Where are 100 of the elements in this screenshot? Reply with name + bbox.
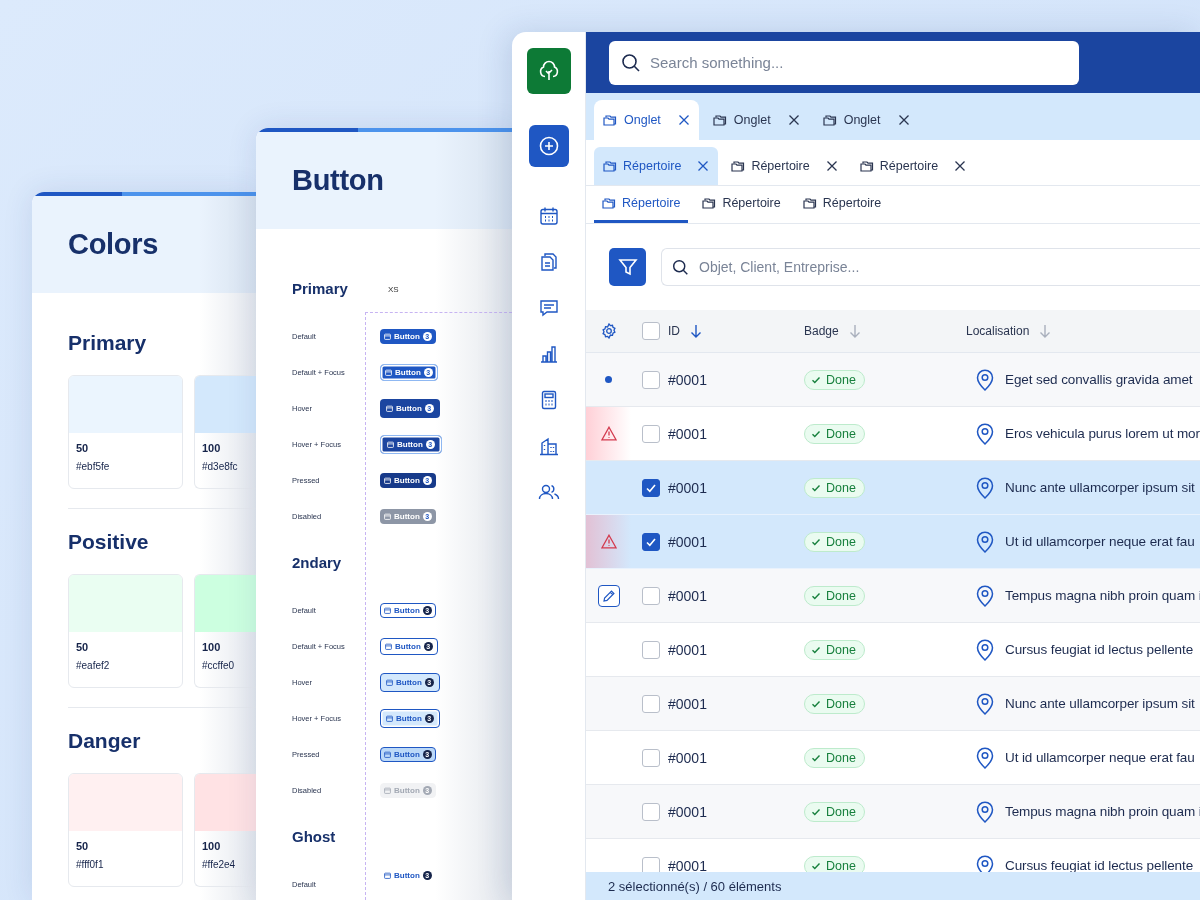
tab[interactable]: Onglet [594,100,699,140]
status-badge: Done [804,585,865,606]
close-icon[interactable] [677,114,690,126]
checkbox[interactable] [642,640,660,659]
selection-count: 2 sélectionné(s) / 60 éléments [608,878,782,894]
tab-label[interactable]: Répertoire [623,159,682,173]
checkbox[interactable] [642,370,660,389]
table-row[interactable]: #0001 Done Ut id ullamcorper neque erat fau [586,515,1200,569]
tab[interactable]: Répertoire [594,186,689,223]
checkbox[interactable] [642,532,660,551]
folder-icon [822,114,837,126]
checkbox[interactable] [642,748,660,767]
tab[interactable]: Répertoire [722,147,847,185]
check-icon [811,860,821,871]
close-icon[interactable] [954,160,967,172]
warning-icon [600,534,617,549]
id-cell: #0001 [668,533,707,550]
settings-icon[interactable] [600,323,617,339]
bar-chart-icon[interactable] [538,344,559,364]
group-title: Danger [68,728,141,754]
table-row[interactable]: #0001 Done Nunc ante ullamcorper ipsum sit [586,677,1200,731]
status-badge: Done [804,855,865,872]
check-icon [811,374,821,385]
location-pin-icon [976,368,994,391]
calendar-icon [386,678,393,686]
table-row[interactable]: #0001 Done Ut id ullamcorper neque erat fau [586,731,1200,785]
calendar-icon [384,871,391,879]
tab-label[interactable]: Répertoire [722,196,781,210]
sort-arrow-icon[interactable] [690,324,702,338]
tab-label[interactable]: Répertoire [751,159,810,173]
checkbox[interactable] [642,478,660,497]
tab[interactable]: Répertoire [594,147,719,185]
table-row[interactable]: #0001 Done Tempus magna nibh proin quam i [586,569,1200,623]
tab-label[interactable]: Onglet [624,113,661,127]
building-icon[interactable] [538,436,559,456]
panel-title: Colors [68,228,159,261]
column-header[interactable]: Localisation [966,324,1030,338]
documents-icon[interactable] [538,252,559,272]
users-icon[interactable] [537,482,560,502]
column-header[interactable]: Badge [804,324,839,338]
hex-code: #eafef2 [76,660,110,671]
id-cell: #0001 [668,587,707,604]
tab-label[interactable]: Répertoire [622,196,681,210]
hex-code: #fff0f1 [76,859,104,870]
tab[interactable]: Répertoire [794,186,890,223]
id-cell: #0001 [668,425,707,442]
tab-label[interactable]: Répertoire [879,159,939,173]
status-badge: Done [804,693,865,714]
location-pin-icon [976,800,994,823]
tree-logo-icon[interactable] [526,48,571,94]
warning-icon [600,426,617,441]
check-icon [811,752,821,763]
edit-button[interactable] [597,584,620,607]
location-cell: Cursus feugiat id lectus pellente [1005,858,1194,872]
tab-label[interactable]: Répertoire [822,196,882,210]
table-row[interactable]: #0001 Done Nunc ante ullamcorper ipsum sit [586,461,1200,515]
id-cell: #0001 [668,749,707,766]
hex-code: #ffe2e4 [202,859,236,870]
shade-label: 100 [202,840,221,852]
calendar-icon [386,404,393,412]
tab-label[interactable]: Onglet [843,113,881,127]
checkbox[interactable] [642,856,660,872]
checkbox[interactable] [642,424,660,443]
tab[interactable]: Onglet [703,100,809,140]
table-row[interactable]: #0001 Done Tempus magna nibh proin quam i [586,785,1200,839]
tab[interactable]: Répertoire [850,147,976,185]
check-icon [811,590,821,601]
tab-label[interactable]: Onglet [733,113,771,127]
close-icon[interactable] [897,114,910,126]
add-button[interactable] [528,125,569,167]
location-cell: Eget sed convallis gravida amet [1005,372,1193,387]
table-row[interactable]: #0001 Done Eget sed convallis gravida amet [586,353,1200,407]
location-pin-icon [976,638,994,661]
checkbox[interactable] [642,694,660,713]
calendar-icon[interactable] [538,206,559,226]
id-cell: #0001 [668,371,707,388]
close-icon[interactable] [787,114,800,126]
close-icon[interactable] [825,160,838,172]
location-pin-icon [976,530,994,553]
filter-button[interactable] [609,248,646,286]
tab[interactable]: Onglet [813,100,919,140]
message-icon[interactable] [538,298,559,318]
shade-label: 50 [76,442,89,454]
calendar-icon [384,476,391,484]
location-cell: Eros vehicula purus lorem ut mor [1005,426,1200,441]
column-header[interactable]: ID [668,324,680,338]
tab[interactable]: Répertoire [694,186,789,223]
table-row[interactable]: #0001 Done Cursus feugiat id lectus pellente [586,623,1200,677]
folder-icon [603,160,617,172]
checkbox[interactable] [642,322,660,340]
checkbox[interactable] [642,802,660,821]
close-icon[interactable] [697,160,710,172]
checkbox[interactable] [642,586,660,605]
search-field[interactable]: Objet, Client, Entreprise... [661,248,1200,286]
table-row[interactable]: #0001 Done Eros vehicula purus lorem ut mor [586,407,1200,461]
plus-icon [538,136,559,156]
id-cell: #0001 [668,695,707,712]
calendar-icon [384,786,391,794]
search-field[interactable]: Search something... [609,40,1079,85]
hex-code: #ccffe0 [202,660,235,671]
